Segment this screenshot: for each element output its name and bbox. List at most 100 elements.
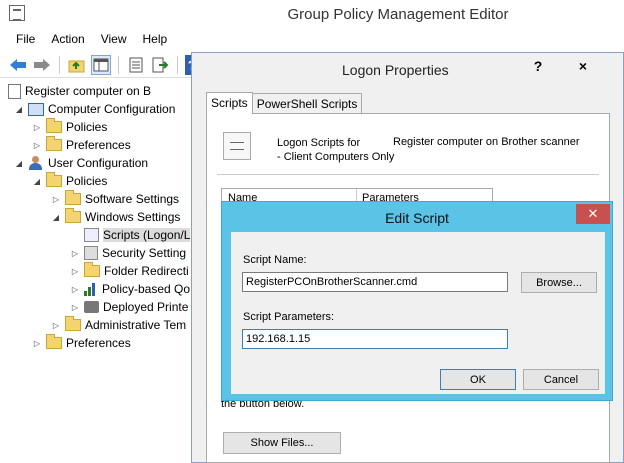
cancel-button[interactable]: Cancel	[523, 369, 599, 390]
desc-line: Logon Scripts for	[277, 137, 361, 149]
folder-icon	[65, 316, 81, 331]
tree-label: Windows Settings	[85, 210, 181, 224]
edit-close-button[interactable]: ✕	[576, 204, 610, 224]
gpo-document-icon	[8, 83, 21, 99]
tree-item-cc-preferences[interactable]: ▷ Preferences	[32, 136, 131, 154]
tree-label: Register computer on B	[25, 84, 152, 98]
main-titlebar[interactable]: Group Policy Management Editor	[0, 0, 624, 30]
folder-icon	[46, 118, 62, 133]
folder-icon	[46, 136, 62, 151]
tree-item-uc-policies[interactable]: ◢ Policies	[32, 172, 107, 190]
forward-button[interactable]	[32, 55, 52, 75]
tree-item-root[interactable]: Register computer on B	[8, 82, 151, 100]
tree-item-security-settings[interactable]: ▷ Security Setting	[70, 244, 186, 262]
tree-label: Policy-based Qo	[102, 282, 190, 296]
qos-chart-icon	[84, 282, 98, 296]
expand-icon[interactable]: ▷	[70, 249, 80, 258]
logon-scripts-description: Logon Scripts for - Client Computers Onl…	[277, 136, 394, 164]
properties-icon	[129, 57, 143, 72]
close-icon: ×	[578, 58, 588, 74]
divider	[217, 174, 599, 175]
browse-button[interactable]: Browse...	[521, 272, 597, 293]
close-icon: ✕	[587, 206, 599, 221]
tree-item-user-configuration[interactable]: ◢ User Configuration	[14, 154, 148, 172]
properties-button[interactable]	[126, 55, 146, 75]
toolbar-separator	[177, 55, 178, 74]
script-icon	[84, 228, 99, 242]
console-tree-button[interactable]	[91, 54, 111, 75]
tree-label: Preferences	[66, 336, 131, 350]
tree-item-cc-policies[interactable]: ▷ Policies	[32, 118, 107, 136]
script-parameters-input[interactable]	[242, 329, 508, 349]
menu-file[interactable]: File	[8, 30, 43, 50]
export-icon	[152, 57, 168, 72]
expand-icon[interactable]: ▷	[70, 303, 80, 312]
arrow-left-icon	[10, 58, 26, 71]
printer-icon	[84, 301, 99, 313]
props-help-button[interactable]: ?	[522, 55, 554, 77]
export-button[interactable]	[150, 55, 170, 75]
collapse-icon[interactable]: ◢	[14, 105, 24, 114]
edit-script-dialog: Edit Script ✕ Script Name: Browse... Scr…	[221, 201, 613, 401]
expand-icon[interactable]: ▷	[32, 141, 42, 150]
expand-icon[interactable]: ▷	[32, 339, 42, 348]
tab-scripts[interactable]: Scripts	[206, 92, 253, 114]
collapse-icon[interactable]: ◢	[51, 213, 61, 222]
tree-item-windows-settings[interactable]: ◢ Windows Settings	[51, 208, 180, 226]
props-close-button[interactable]: ×	[556, 55, 610, 77]
user-icon	[28, 156, 44, 170]
script-parameters-label: Script Parameters:	[243, 311, 335, 323]
help-icon: ?	[533, 58, 543, 74]
tree-item-computer-configuration[interactable]: ◢ Computer Configuration	[14, 100, 175, 118]
tab-powershell-scripts[interactable]: PowerShell Scripts	[251, 93, 363, 115]
show-files-button[interactable]: Show Files...	[223, 432, 341, 454]
folder-icon	[46, 334, 62, 349]
window-title: Group Policy Management Editor	[287, 6, 509, 23]
up-button[interactable]	[67, 55, 87, 75]
tree-item-software-settings[interactable]: ▷ Software Settings	[51, 190, 179, 208]
collapse-icon[interactable]: ◢	[14, 159, 24, 168]
collapse-icon[interactable]: ◢	[32, 177, 42, 186]
console-tree: Register computer on B ◢ Computer Config…	[0, 80, 190, 463]
computer-icon	[28, 102, 44, 116]
console-tree-icon	[93, 58, 109, 71]
props-title: Logon Properties	[342, 62, 449, 78]
toolbar-separator	[59, 55, 60, 74]
menu-help[interactable]: Help	[135, 30, 176, 50]
gpo-name: Register computer on Brother scanner	[393, 136, 580, 148]
expand-icon[interactable]: ▷	[51, 321, 61, 330]
tree-label: Scripts (Logon/L	[103, 228, 190, 242]
props-titlebar[interactable]: Logon Properties ? ×	[192, 53, 623, 86]
folder-up-icon	[68, 60, 85, 72]
edit-script-body: Script Name: Browse... Script Parameters…	[231, 232, 605, 394]
tree-item-uc-preferences[interactable]: ▷ Preferences	[32, 334, 131, 352]
desc-line: - Client Computers Only	[277, 151, 395, 163]
back-button[interactable]	[8, 55, 28, 75]
security-icon	[84, 246, 98, 260]
menu-view[interactable]: View	[93, 30, 135, 50]
tree-item-policy-based-qos[interactable]: ▷ Policy-based Qo	[70, 280, 190, 298]
script-name-label: Script Name:	[243, 254, 307, 266]
edit-script-title: Edit Script	[385, 210, 449, 226]
tree-item-administrative-templates[interactable]: ▷ Administrative Tem	[51, 316, 186, 334]
folder-icon	[46, 172, 62, 187]
tree-label: Security Setting	[102, 246, 187, 260]
tree-label: Deployed Printe	[103, 300, 189, 314]
tree-label: Administrative Tem	[85, 318, 187, 332]
tree-item-deployed-printers[interactable]: ▷ Deployed Printe	[70, 298, 188, 316]
tree-item-folder-redirection[interactable]: ▷ Folder Redirecti	[70, 262, 189, 280]
script-name-input[interactable]	[242, 272, 508, 292]
folder-icon	[65, 190, 81, 205]
tree-item-scripts[interactable]: Scripts (Logon/L	[70, 226, 190, 244]
tree-label: User Configuration	[48, 156, 149, 170]
tree-label: Software Settings	[85, 192, 180, 206]
expand-icon[interactable]: ▷	[51, 195, 61, 204]
tree-label: Policies	[66, 174, 108, 188]
tree-label: Folder Redirecti	[104, 264, 189, 278]
expand-icon[interactable]: ▷	[32, 123, 42, 132]
expand-icon[interactable]: ▷	[70, 267, 80, 276]
arrow-right-icon	[34, 58, 50, 71]
expand-icon[interactable]: ▷	[70, 285, 80, 294]
ok-button[interactable]: OK	[440, 369, 516, 390]
menu-action[interactable]: Action	[43, 30, 92, 50]
